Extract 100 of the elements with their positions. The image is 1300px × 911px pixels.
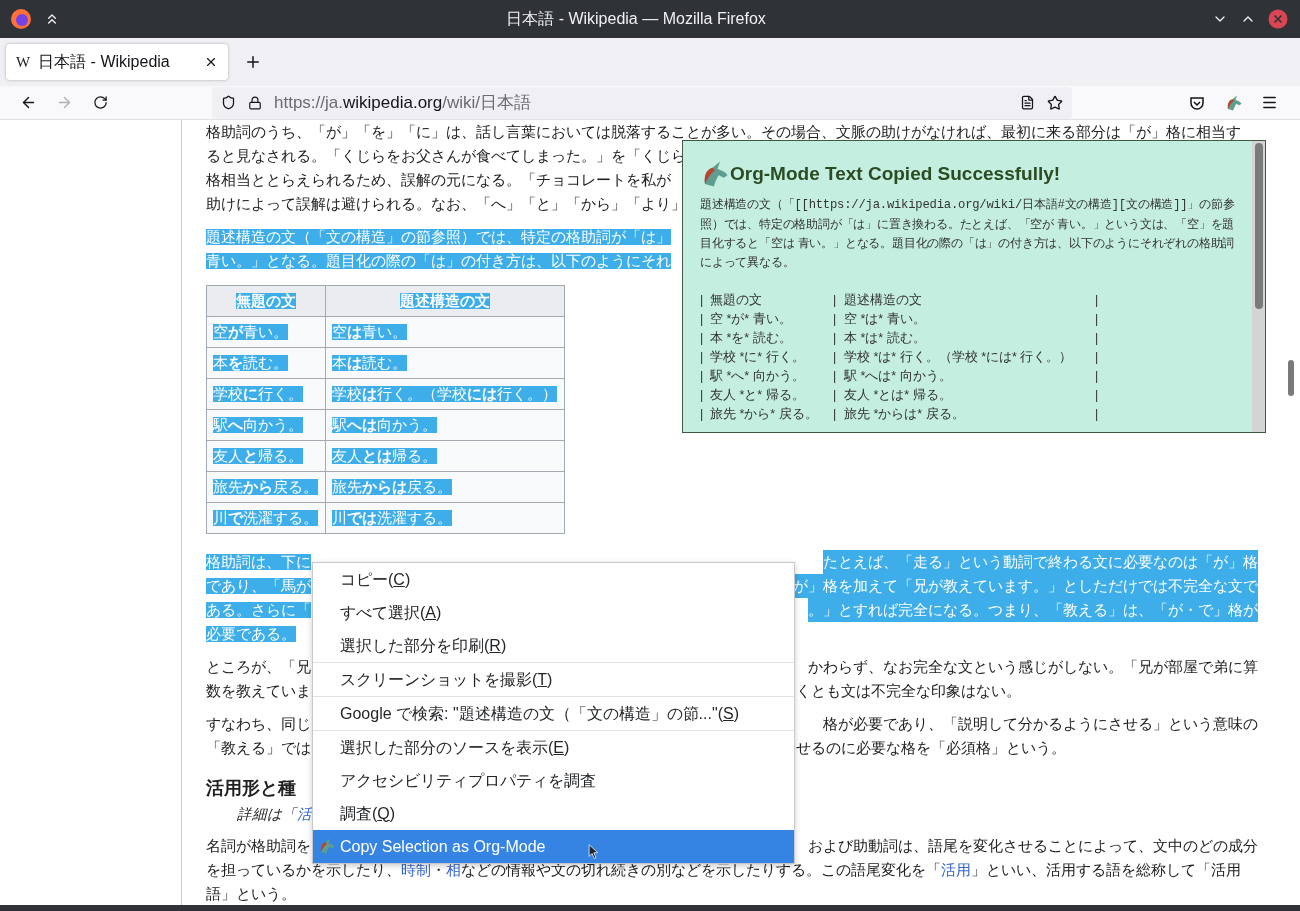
paragraph-text: および助動詞は、語尾を変化させることによって、文中のどの成分 <box>808 837 1258 856</box>
paragraph-text: 数を教えていま <box>206 683 311 699</box>
paragraph-text: 題述構造の文（「文の構造」の節参照）では、特定の格助詞が「は」 <box>206 229 671 245</box>
menu-item[interactable]: アクセシビリティプロパティを調査 <box>313 764 794 797</box>
reload-icon[interactable] <box>93 95 108 110</box>
pipe-separator: | <box>700 330 705 347</box>
pipe-separator: | <box>700 406 705 423</box>
paragraph-text: 格が必要であり、「説明して分かるようにさせる」という意味の <box>823 715 1258 734</box>
back-icon[interactable] <box>20 94 37 111</box>
paragraph-text: 格助詞のうち、「が」「を」「に」は、話し言葉においては脱落することが多い。その場合、文脈の助けがなければ、最初に来る部分は「が」格に相当す <box>206 124 1241 140</box>
menu-item[interactable]: コピー(C) <box>313 563 794 596</box>
lock-icon[interactable] <box>248 95 262 110</box>
paragraph-text: 名詞が格助詞を <box>206 838 311 854</box>
table-cell: 友人と帰る。 <box>206 440 326 472</box>
mouse-cursor-icon <box>588 844 599 860</box>
shield-icon[interactable] <box>221 95 236 110</box>
menu-item[interactable]: Google で検索: "題述構造の文（「文の構造」の節..."(S) <box>313 697 794 730</box>
org-table-cell-text: 旅先 *からは* 戻る。 <box>844 406 966 423</box>
favicon: W <box>16 52 31 72</box>
pipe-separator: | <box>833 368 838 385</box>
paragraph-text: 必要である。 <box>206 626 296 642</box>
menu-item[interactable]: 選択した部分を印刷(R) <box>313 629 794 662</box>
table-cell: 川で洗濯する。 <box>206 502 326 534</box>
paragraph-text: ある。さらに「 <box>206 602 311 618</box>
pipe-separator: | <box>1095 368 1099 385</box>
paragraph-text: せるのに必要な格を「必須格」という。 <box>796 739 1066 758</box>
table-cell: 学校に行く。 <box>206 378 326 410</box>
menu-item[interactable]: すべて選択(A) <box>313 596 794 629</box>
section-heading: 活用形と種 <box>206 777 296 800</box>
browser-tab[interactable]: W 日本語 - Wikipedia <box>6 44 228 80</box>
popup-scrollbar-thumb[interactable] <box>1254 143 1263 309</box>
table-cell: 駅へ向かう。 <box>206 409 326 441</box>
url-text: https://ja.wikipedia.org/wiki/日本語 <box>274 91 532 114</box>
org-table-cell-text: 本 *を* 読む。 <box>710 330 793 347</box>
paragraph-text: すなわち、同じ <box>206 716 311 732</box>
unicorn-extension-icon <box>1225 93 1243 112</box>
org-table-cell-text: 無題の文 <box>710 292 763 309</box>
table-cell: 本を読む。 <box>206 347 326 379</box>
table-header: 無題の文 <box>206 285 326 317</box>
reader-view-icon[interactable] <box>1020 95 1035 110</box>
paragraph-text: 語」という。 <box>206 886 296 902</box>
notification-text: 題述構造の文（「[[https://ja.wikipedia.org/wiki/日本語#文の構造][文の構造]]」の節参照）では、特定の格助詞が「は」に置き換わる。たとえば、「空が 青い。」という文は、「空」を題目化すると「空は 青い。」となる。題目化の際の「は」の付き方は、以下のようにそれぞれの格助詞によって異なる。 <box>700 196 1236 271</box>
pocket-icon[interactable] <box>1189 94 1205 111</box>
pipe-separator: | <box>833 406 838 423</box>
org-table-cell-text: 題述構造の文 <box>844 292 923 309</box>
article-link[interactable]: 相 <box>446 862 461 878</box>
article-link[interactable]: 活用 <box>941 862 971 878</box>
table-cell: 友人とは帰る。 <box>325 440 565 472</box>
table-cell: 学校は行く。（学校には行く。） <box>325 378 565 410</box>
menu-item[interactable]: スクリーンショットを撮影(T) <box>313 663 794 696</box>
pipe-separator: | <box>833 311 838 328</box>
menu-item[interactable]: 調査(Q) <box>313 797 794 830</box>
menu-item[interactable]: 選択した部分のソースを表示(E) <box>313 731 794 764</box>
pipe-separator: | <box>1095 292 1099 309</box>
paragraph-text: 「教える」では <box>206 740 311 756</box>
pipe-separator: | <box>700 349 705 366</box>
close-icon[interactable] <box>1268 9 1288 29</box>
paragraph-text: 格助詞は、下に <box>206 554 311 570</box>
pipe-separator: | <box>1095 330 1099 347</box>
table-cell: 旅先から戻る。 <box>206 471 326 503</box>
paragraph-text: たとえば、「走る」という動詞で終わる文に必要なのは「が」格 <box>823 550 1258 574</box>
pipe-separator: | <box>833 330 838 347</box>
close-tab-icon[interactable] <box>204 55 218 69</box>
org-table-cell-text: 友人 *と* 帰る。 <box>710 387 806 404</box>
menu-icon[interactable] <box>1261 94 1278 111</box>
pipe-separator: | <box>833 349 838 366</box>
org-table-cell-text: 友人 *とは* 帰る。 <box>844 387 953 404</box>
pipe-separator: | <box>1095 406 1099 423</box>
table-cell: 旅先からは戻る。 <box>325 471 565 503</box>
table-cell: 本は読む。 <box>325 347 565 379</box>
menu-item[interactable]: Copy Selection as Org-Mode <box>313 830 794 863</box>
paragraph-text: 青い。」となる。題目化の際の「は」の付き方は、以下のようにそれ <box>206 253 671 269</box>
paragraph-text: であり、「馬が <box>206 578 311 594</box>
pipe-separator: | <box>1095 349 1099 366</box>
table-cell: 駅へは向かう。 <box>325 409 565 441</box>
hatnote: 詳細は「活 <box>236 805 312 824</box>
bookmark-star-icon[interactable] <box>1047 94 1063 111</box>
pipe-separator: | <box>833 387 838 404</box>
tab-title: 日本語 - Wikipedia <box>38 52 171 72</box>
paragraph-text: くとも文は不完全な印象はない。 <box>796 682 1021 701</box>
article-link[interactable]: 時制 <box>401 862 431 878</box>
paragraph-text: 助けによって誤解は避けられる。なお、「へ」「と」「から」「より」 <box>206 196 686 212</box>
org-table-cell-text: 学校 *は* 行く。（学校 *には* 行く。） <box>844 349 1074 366</box>
firefox-logo-icon[interactable] <box>10 8 32 30</box>
org-table-cell-text: 学校 *に* 行く。 <box>710 349 806 366</box>
new-tab-icon[interactable] <box>244 53 262 71</box>
scrollbar-thumb[interactable] <box>1288 360 1294 396</box>
paragraph-text: 格相当ととらえられるため、誤解の元になる。「チョコレートを私が <box>206 172 671 188</box>
article-link[interactable]: 活 <box>297 806 312 822</box>
paragraph-text: 」といい、活用する語を総称して「活用 <box>971 862 1241 878</box>
pipe-separator: | <box>700 292 705 309</box>
pipe-separator: | <box>833 292 838 309</box>
notification-title: Org-Mode Text Copied Successfully! <box>730 161 1061 186</box>
window-title: 日本語 - Wikipedia — Mozilla Firefox <box>506 9 766 29</box>
paragraph-text: 。」とすれば完全になる。つまり、「教える」は、「が・で」格が <box>808 598 1258 622</box>
address-bar[interactable]: https://ja.wikipedia.org/wiki/日本語 <box>212 86 1072 119</box>
pipe-separator: | <box>700 368 705 385</box>
paragraph-text: かわらず、なお完全な文という感じがしない。「兄が部屋で弟に算 <box>808 658 1258 677</box>
paragraph-text: ・ <box>431 862 446 878</box>
table-cell: 空は青い。 <box>325 316 565 348</box>
